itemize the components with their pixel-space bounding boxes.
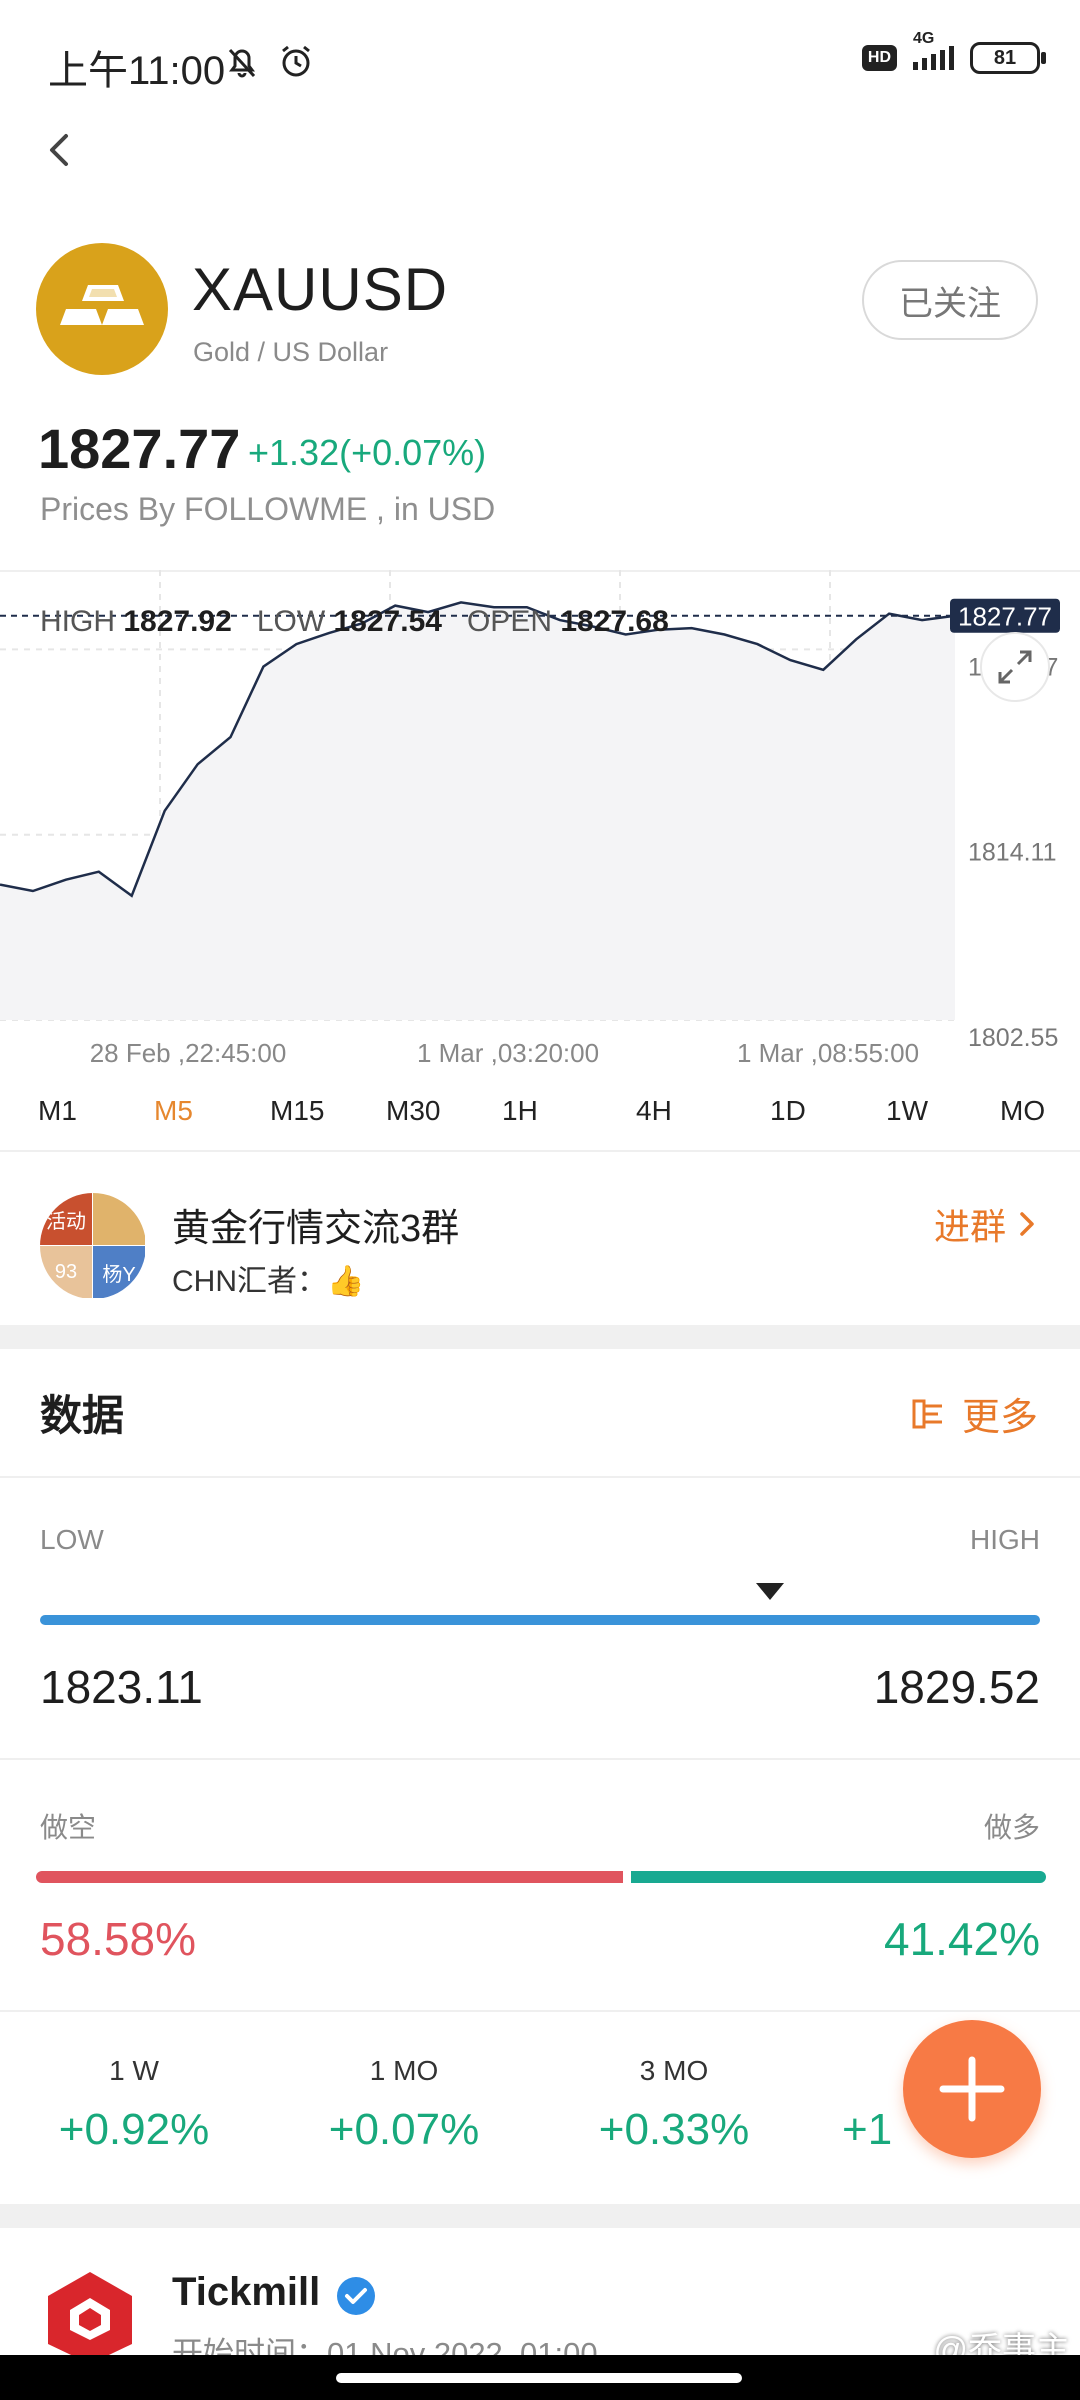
x-tick-label: 1 Mar ,08:55:00 <box>737 1038 919 1068</box>
fullscreen-button[interactable] <box>980 632 1050 702</box>
alarm-clock-icon <box>282 45 310 77</box>
tickmill-logo[interactable] <box>40 2268 140 2368</box>
add-fab-button[interactable] <box>903 2020 1041 2158</box>
more-label: 更多 <box>961 1397 1038 1439</box>
status-right-icons: HD 4G 81 <box>861 30 1046 74</box>
y-tick-label: 1802.55 <box>968 1024 1058 1052</box>
current-price-tag-label: 1827.77 <box>958 602 1052 632</box>
day-range-bar <box>40 1615 1040 1625</box>
high-value: 1827.92 <box>123 605 232 638</box>
post-author-name: Tickmill <box>172 2270 321 2314</box>
timeframe-tab-1w[interactable]: 1W <box>886 1095 928 1127</box>
join-label: 进群 <box>933 1206 1006 1247</box>
x-tick-label: 28 Feb ,22:45:00 <box>90 1038 287 1068</box>
current-price-marker-icon <box>756 1583 784 1600</box>
battery-icon: 81 <box>970 42 1046 74</box>
group-avatar: 活动 93 杨Y <box>40 1193 146 1299</box>
short-percent: 58.58% <box>40 1913 197 1965</box>
home-gesture-bar[interactable] <box>336 2373 742 2383</box>
timeframe-tab-m30[interactable]: M30 <box>386 1095 440 1127</box>
avatar-tile: 杨Y <box>93 1246 145 1298</box>
divider <box>0 1150 1080 1152</box>
current-price: 1827.77 <box>38 417 241 480</box>
timeframe-tab-m15[interactable]: M15 <box>270 1095 324 1127</box>
open-label: OPEN <box>466 605 552 638</box>
timeframe-tab-1d[interactable]: 1D <box>770 1095 806 1127</box>
status-bar: 上午11:00 HD 4G 81 <box>0 0 1080 120</box>
chevron-right-icon <box>1020 1212 1034 1236</box>
divider <box>0 1758 1080 1760</box>
range-high-label: HIGH <box>970 1524 1040 1555</box>
low-value: 1827.54 <box>333 605 442 638</box>
symbol-subtitle: Gold / US Dollar <box>193 337 389 367</box>
group-title: 黄金行情交流3群 <box>172 1208 460 1250</box>
avatar-tile: 93 <box>40 1246 92 1298</box>
mute-bell-icon <box>228 48 256 78</box>
expand-arrows-icon <box>998 650 1032 684</box>
range-high-value: 1829.52 <box>873 1661 1040 1713</box>
symbol-title: XAUUSD <box>192 256 449 323</box>
ohlc-summary: HIGH 1827.92 LOW 1827.54 OPEN 1827.68 <box>40 605 669 639</box>
open-value: 1827.68 <box>560 605 669 638</box>
price-change: +1.32(+0.07%) <box>248 432 487 473</box>
divider <box>0 1476 1080 1478</box>
short-label: 做空 <box>40 1812 97 1843</box>
group-chat-row[interactable]: 活动 93 杨Y <box>0 1160 1080 1325</box>
plus-icon <box>939 2056 1005 2122</box>
timeframe-tab-mo[interactable]: MO <box>1000 1095 1045 1127</box>
range-low-label: LOW <box>40 1524 104 1555</box>
long-percent: 41.42% <box>883 1913 1040 1965</box>
y-tick-label: 1814.11 <box>968 839 1057 867</box>
timeframe-tab-4h[interactable]: 4H <box>636 1095 672 1127</box>
network-type: 4G <box>913 30 935 47</box>
series-area <box>0 602 955 1020</box>
list-icon <box>912 1399 942 1428</box>
period-change: +0.33% <box>598 2105 750 2154</box>
status-left-icons <box>222 42 316 82</box>
gold-bars-icon <box>60 285 144 325</box>
price-source: Prices By FOLLOWME , in USD <box>40 491 496 527</box>
timeframe-tab-m5[interactable]: M5 <box>154 1095 193 1127</box>
status-time: 上午11:00 <box>48 49 226 93</box>
range-low-value: 1823.11 <box>40 1661 203 1713</box>
join-group-button[interactable]: 进群 <box>934 1198 1040 1250</box>
section-gap <box>0 2204 1080 2228</box>
back-chevron-icon[interactable] <box>38 120 78 180</box>
low-label: LOW <box>256 605 326 638</box>
more-button[interactable]: 更多 <box>910 1386 1038 1441</box>
followed-button[interactable]: 已关注 <box>862 260 1038 340</box>
period-change: +0.07% <box>328 2105 480 2154</box>
verified-badge-icon <box>337 2277 375 2315</box>
timeframe-tab-m1[interactable]: M1 <box>38 1095 77 1127</box>
price-chart[interactable]: 1827.771825.671814.111802.5528 Feb ,22:4… <box>0 570 1080 1070</box>
signal-icon: 4G <box>913 30 954 70</box>
group-last-message: CHN汇者：👍 <box>172 1265 365 1298</box>
tickmill-logo-icon <box>48 2272 132 2364</box>
period-label: 3 MO <box>639 2055 709 2086</box>
data-section-title: 数据 <box>40 1392 125 1439</box>
section-gap <box>0 1325 1080 1349</box>
timeframe-tab-1h[interactable]: 1H <box>502 1095 538 1127</box>
period-label: 1 MO <box>369 2055 439 2086</box>
x-tick-label: 1 Mar ,03:20:00 <box>417 1038 599 1068</box>
period-change: +0.92% <box>58 2105 210 2154</box>
high-label: HIGH <box>40 605 115 638</box>
long-label: 做多 <box>983 1812 1040 1843</box>
short-ratio-bar <box>36 1871 623 1883</box>
battery-level: 81 <box>993 47 1017 69</box>
avatar-tile <box>93 1193 145 1245</box>
hd-badge: HD <box>861 45 897 71</box>
long-ratio-bar <box>631 1871 1046 1883</box>
avatar-tile: 活动 <box>40 1193 92 1245</box>
period-label: 1 W <box>109 2055 159 2086</box>
divider <box>0 2010 1080 2012</box>
gold-bars-logo <box>36 243 168 375</box>
